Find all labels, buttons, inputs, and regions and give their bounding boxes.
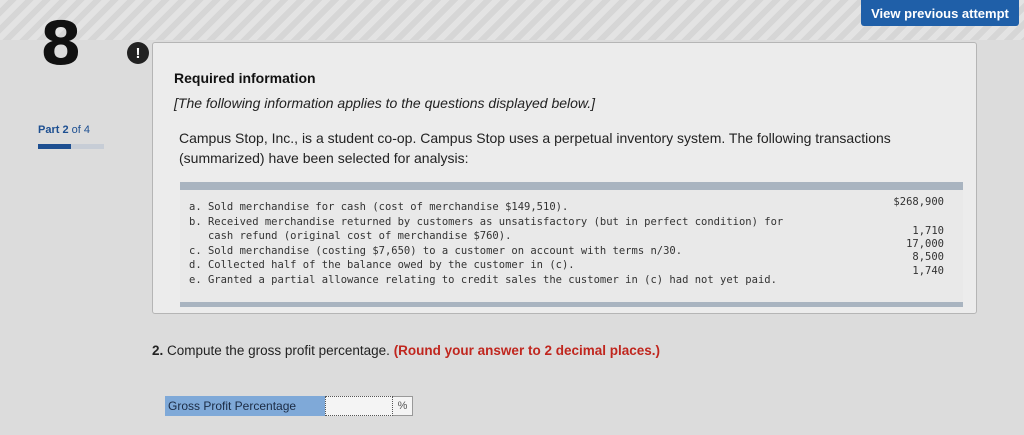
question-number: 8 xyxy=(40,9,82,79)
transaction-c: c. Sold merchandise (costing $7,650) to … xyxy=(189,244,683,257)
percent-unit: % xyxy=(393,396,413,416)
rounding-instruction: (Round your answer to 2 decimal places.) xyxy=(393,343,661,358)
question-number-label: 2. xyxy=(152,343,164,358)
amount-c: 17,000 xyxy=(906,238,944,250)
answer-row: Gross Profit Percentage % xyxy=(165,396,413,416)
required-info-note: [The following information applies to th… xyxy=(174,95,596,111)
amount-e: 1,740 xyxy=(912,265,944,277)
question-prompt: 2. Compute the gross profit percentage. … xyxy=(152,343,660,358)
transaction-d: d. Collected half of the balance owed by… xyxy=(189,259,575,272)
part-progress-bar xyxy=(38,144,104,149)
intro-paragraph: Campus Stop, Inc., is a student co-op. C… xyxy=(179,130,891,166)
transactions-list: a. Sold merchandise for cash (cost of me… xyxy=(189,200,859,288)
view-previous-attempt-button[interactable]: View previous attempt xyxy=(861,0,1019,26)
part-indicator: Part 2 of 4 xyxy=(38,124,90,136)
transaction-e: e. Granted a partial allowance relating … xyxy=(189,273,777,286)
gross-profit-percentage-label: Gross Profit Percentage xyxy=(165,396,325,416)
question-text: Compute the gross profit percentage. xyxy=(167,343,390,358)
gross-profit-percentage-input[interactable] xyxy=(325,396,393,416)
alert-icon: ! xyxy=(127,42,149,64)
part-progress-fill xyxy=(38,144,71,149)
amount-d: 8,500 xyxy=(912,251,944,263)
required-info-title: Required information xyxy=(174,70,316,86)
part-word: Part xyxy=(38,124,60,136)
amount-b: 1,710 xyxy=(912,225,944,237)
transaction-a: a. Sold merchandise for cash (cost of me… xyxy=(189,201,569,213)
part-current: 2 xyxy=(62,124,69,136)
part-of: of 4 xyxy=(71,124,91,136)
amount-a: $268,900 xyxy=(893,196,944,208)
transaction-b: b. Received merchandise returned by cust… xyxy=(189,215,784,243)
